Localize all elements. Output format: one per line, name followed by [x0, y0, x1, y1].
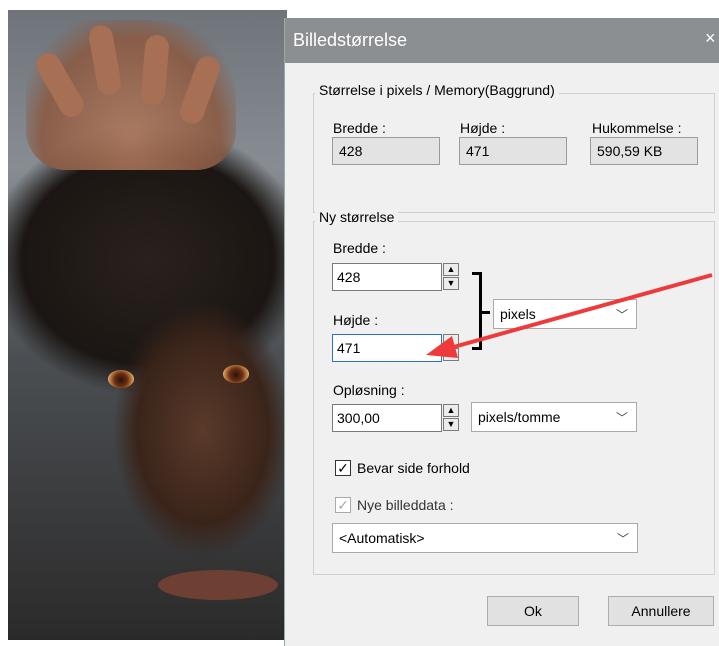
arrow-shaft: [449, 273, 713, 350]
annotation-arrow: [426, 273, 713, 358]
arrow-head: [426, 336, 458, 358]
